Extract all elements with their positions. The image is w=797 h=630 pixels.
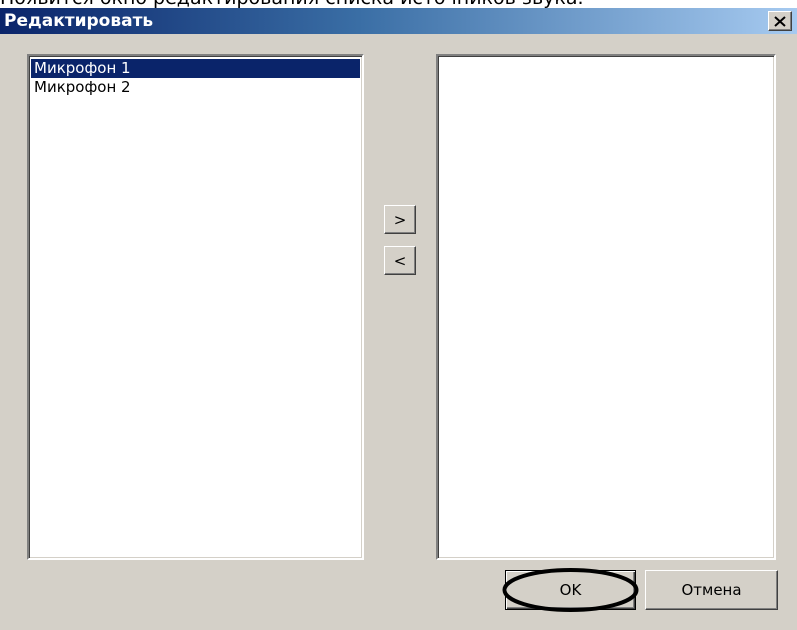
close-icon [774,15,786,27]
close-button[interactable] [768,11,792,31]
add-to-selection-button[interactable]: > [384,205,416,234]
selected-sources-list[interactable] [436,54,776,560]
list-item-microphone-2[interactable]: Микрофон 2 [31,78,360,97]
list-item-microphone-1[interactable]: Микрофон 1 [31,59,360,78]
ok-button[interactable]: OK [505,570,636,610]
dialog-title: Редактировать [4,11,154,31]
remove-from-selection-button[interactable]: < [384,246,416,275]
cancel-button[interactable]: Отмена [645,570,778,610]
available-sources-list[interactable]: Микрофон 1 Микрофон 2 [27,54,364,560]
title-bar: Редактировать [0,8,797,34]
